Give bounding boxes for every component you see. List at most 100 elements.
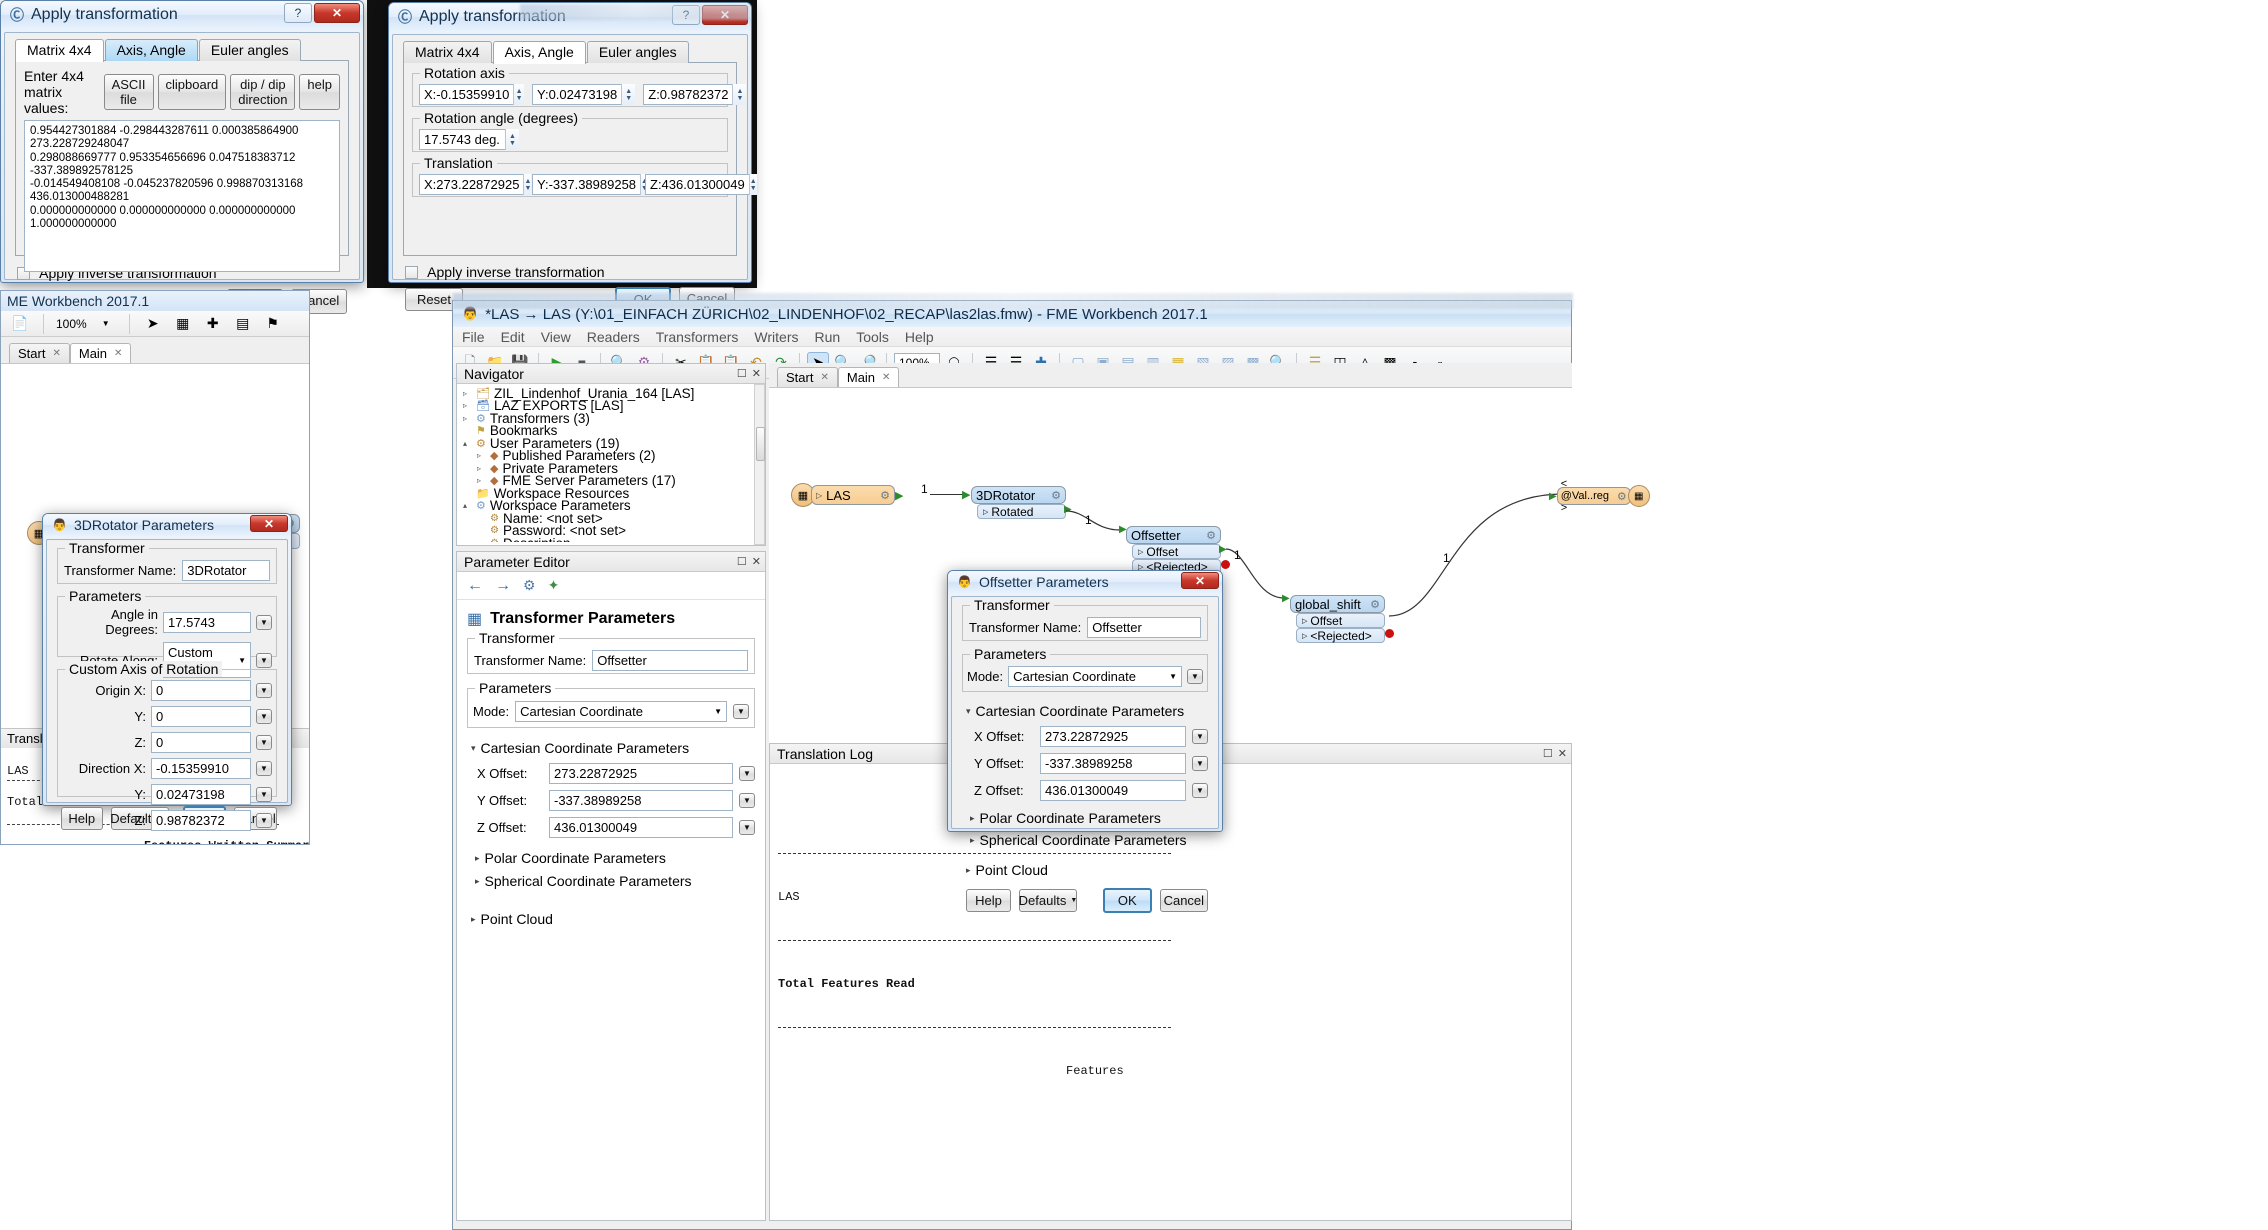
gear-icon[interactable]: ⚙ (1206, 529, 1216, 542)
axis-z-input[interactable]: Z:0.98782372 (643, 84, 732, 105)
clipboard-button[interactable]: clipboard (158, 74, 227, 110)
tab-matrix-4x4[interactable]: Matrix 4x4 (403, 41, 492, 63)
reader-node-right[interactable]: ▦ ▷ LAS ⚙ ▶ (791, 483, 903, 507)
chevron-right-icon[interactable]: ▹ (463, 389, 472, 398)
rotator-node-right[interactable]: 3DRotator ⚙ (971, 486, 1066, 504)
chevron-down-icon[interactable]: ▴ (463, 439, 472, 448)
tab-start-right[interactable]: Start ✕ (777, 367, 838, 387)
global-shift-node[interactable]: global_shift ⚙ (1290, 595, 1385, 613)
direction-z-input[interactable]: 0.98782372 (151, 810, 251, 831)
chevron-right-icon[interactable]: ▸ (970, 835, 975, 846)
off-cartesian-group[interactable]: ▾ Cartesian Coordinate Parameters (966, 703, 1208, 719)
apply-transformation-matrix-dialog[interactable]: Ⓒ Apply transformation ? ✕ Matrix 4x4 Ax… (0, 0, 364, 283)
close-icon[interactable]: ✕ (820, 372, 828, 383)
chevron-down-icon[interactable]: ▴ (463, 501, 472, 510)
chevron-right-icon[interactable]: ▸ (966, 865, 971, 876)
chevron-down-icon[interactable]: ▼ (1169, 672, 1177, 681)
back-icon[interactable]: ← (467, 577, 483, 595)
chevron-right-icon[interactable]: ▹ (477, 451, 486, 460)
global-offset-port[interactable]: ▷ Offset (1296, 613, 1385, 628)
chevron-down-icon[interactable]: ▼ (1070, 897, 1077, 904)
menu-tools[interactable]: Tools (856, 329, 889, 345)
zoom-level-left[interactable]: 100% (56, 317, 87, 331)
chevron-right-icon[interactable]: ▹ (477, 476, 486, 485)
origin-z-dropdown[interactable]: ▼ (256, 735, 272, 750)
rotation-angle-spinner[interactable]: ▲▼ (505, 129, 519, 150)
chevron-right-icon[interactable]: ▹ (477, 464, 486, 473)
off-y-input[interactable]: -337.38989258 (1040, 753, 1186, 774)
tab-bar[interactable]: Matrix 4x4 Axis, Angle Euler angles (393, 35, 747, 63)
gear-icon[interactable]: ⚙ (880, 489, 890, 502)
menu-writers[interactable]: Writers (754, 329, 798, 345)
help-window-button[interactable]: ? (284, 3, 312, 23)
pe-polar-group[interactable]: ▸ Polar Coordinate Parameters (475, 850, 755, 866)
origin-y-input[interactable]: 0 (151, 706, 251, 727)
chevron-right-icon[interactable]: ▸ (475, 876, 480, 887)
tab-start-left[interactable]: Start ✕ (9, 343, 70, 363)
close-icon[interactable]: ✕ (1181, 572, 1219, 589)
offset-port[interactable]: ▷ Offset (1132, 544, 1221, 559)
close-icon[interactable]: ✕ (52, 348, 60, 359)
close-icon[interactable]: ✕ (1558, 747, 1567, 760)
chevron-right-icon[interactable]: ▸ (970, 813, 975, 824)
close-icon[interactable]: ✕ (250, 515, 288, 532)
undock-icon[interactable]: ☐ (1543, 747, 1553, 760)
navigator-panel[interactable]: Navigator ☐ ✕ ▹ 🗂 ZIL_Lindenhof_Urania_1… (456, 363, 766, 546)
axis-y-input[interactable]: Y:0.02473198 (532, 84, 621, 105)
menu-readers[interactable]: Readers (587, 329, 640, 345)
offsetter-node[interactable]: Offsetter ⚙ (1126, 526, 1221, 544)
origin-z-input[interactable]: 0 (151, 732, 251, 753)
menu-bar[interactable]: File Edit View Readers Transformers Writ… (453, 327, 1571, 347)
settings-icon[interactable]: ⚙ (523, 577, 536, 594)
chevron-down-icon[interactable]: ▾ (471, 743, 476, 754)
chevron-down-icon[interactable]: ▼ (714, 707, 722, 716)
pe-spherical-group[interactable]: ▸ Spherical Coordinate Parameters (475, 873, 755, 889)
apply-transformation-axis-dialog[interactable]: Ⓒ Apply transformation ? ✕ Matrix 4x4 Ax… (388, 2, 752, 283)
tab-matrix-4x4[interactable]: Matrix 4x4 (15, 39, 104, 62)
grid-icon[interactable]: ▦ (172, 313, 194, 335)
tab-main-right[interactable]: Main ✕ (838, 367, 900, 387)
menu-view[interactable]: View (541, 329, 571, 345)
translation-x-input[interactable]: X:273.22872925 (419, 174, 523, 195)
undock-icon[interactable]: ☐ (737, 367, 747, 380)
dialog-titlebar[interactable]: Ⓒ Apply transformation ? ✕ (1, 1, 363, 29)
off-spherical-group[interactable]: ▸ Spherical Coordinate Parameters (970, 832, 1208, 848)
tab-axis-angle[interactable]: Axis, Angle (105, 39, 198, 61)
menu-file[interactable]: File (462, 329, 485, 345)
menu-transformers[interactable]: Transformers (656, 329, 739, 345)
parameter-editor-panel[interactable]: Parameter Editor ☐ ✕ ← → ⚙ ✦ ▦ Transform… (456, 551, 766, 1221)
angle-degrees-dropdown[interactable]: ▼ (256, 615, 272, 630)
angle-degrees-input[interactable]: 17.5743 (163, 612, 251, 633)
axis-z-spinner[interactable]: ▲▼ (732, 84, 746, 105)
navigator-vscrollbar[interactable] (754, 384, 765, 545)
apply-inverse-checkbox[interactable] (405, 266, 418, 279)
pe-z-offset-input[interactable]: 436.01300049 (549, 817, 733, 838)
zoom-dropdown-icon[interactable]: ▼ (95, 313, 117, 335)
las-reader-node[interactable]: ▷ LAS ⚙ (811, 485, 895, 505)
expand-icon[interactable]: ▷ (983, 508, 988, 516)
chevron-right-icon[interactable]: ▸ (471, 914, 476, 925)
expand-icon[interactable]: ▷ (1302, 617, 1307, 625)
direction-x-dropdown[interactable]: ▼ (256, 761, 272, 776)
off-x-input[interactable]: 273.22872925 (1040, 726, 1186, 747)
chevron-down-icon[interactable]: ▼ (238, 656, 246, 665)
help-button[interactable]: Help (966, 889, 1011, 912)
pe-x-offset-input[interactable]: 273.22872925 (549, 763, 733, 784)
origin-x-input[interactable]: 0 (151, 680, 251, 701)
axis-x-spinner[interactable]: ▲▼ (513, 84, 524, 105)
pe-cartesian-group[interactable]: ▾ Cartesian Coordinate Parameters (471, 740, 755, 756)
dip-direction-button[interactable]: dip / dip direction (230, 74, 295, 110)
close-icon[interactable]: ✕ (114, 348, 122, 359)
direction-y-dropdown[interactable]: ▼ (256, 787, 272, 802)
menu-run[interactable]: Run (815, 329, 841, 345)
chevron-down-icon[interactable]: ▾ (966, 706, 971, 717)
off-pointcloud-group[interactable]: ▸ Point Cloud (966, 862, 1208, 878)
new-icon[interactable]: 📄 (9, 313, 31, 335)
pe-pointcloud-group[interactable]: ▸ Point Cloud (471, 911, 755, 927)
chevron-right-icon[interactable]: ▹ (463, 414, 472, 423)
menu-help[interactable]: Help (905, 329, 934, 345)
pointer-icon[interactable]: ➤ (142, 313, 164, 335)
global-rejected-port[interactable]: ▷ <Rejected> (1296, 628, 1385, 643)
help-button[interactable]: help (299, 74, 340, 110)
off-name-input[interactable]: Offsetter (1087, 617, 1201, 638)
